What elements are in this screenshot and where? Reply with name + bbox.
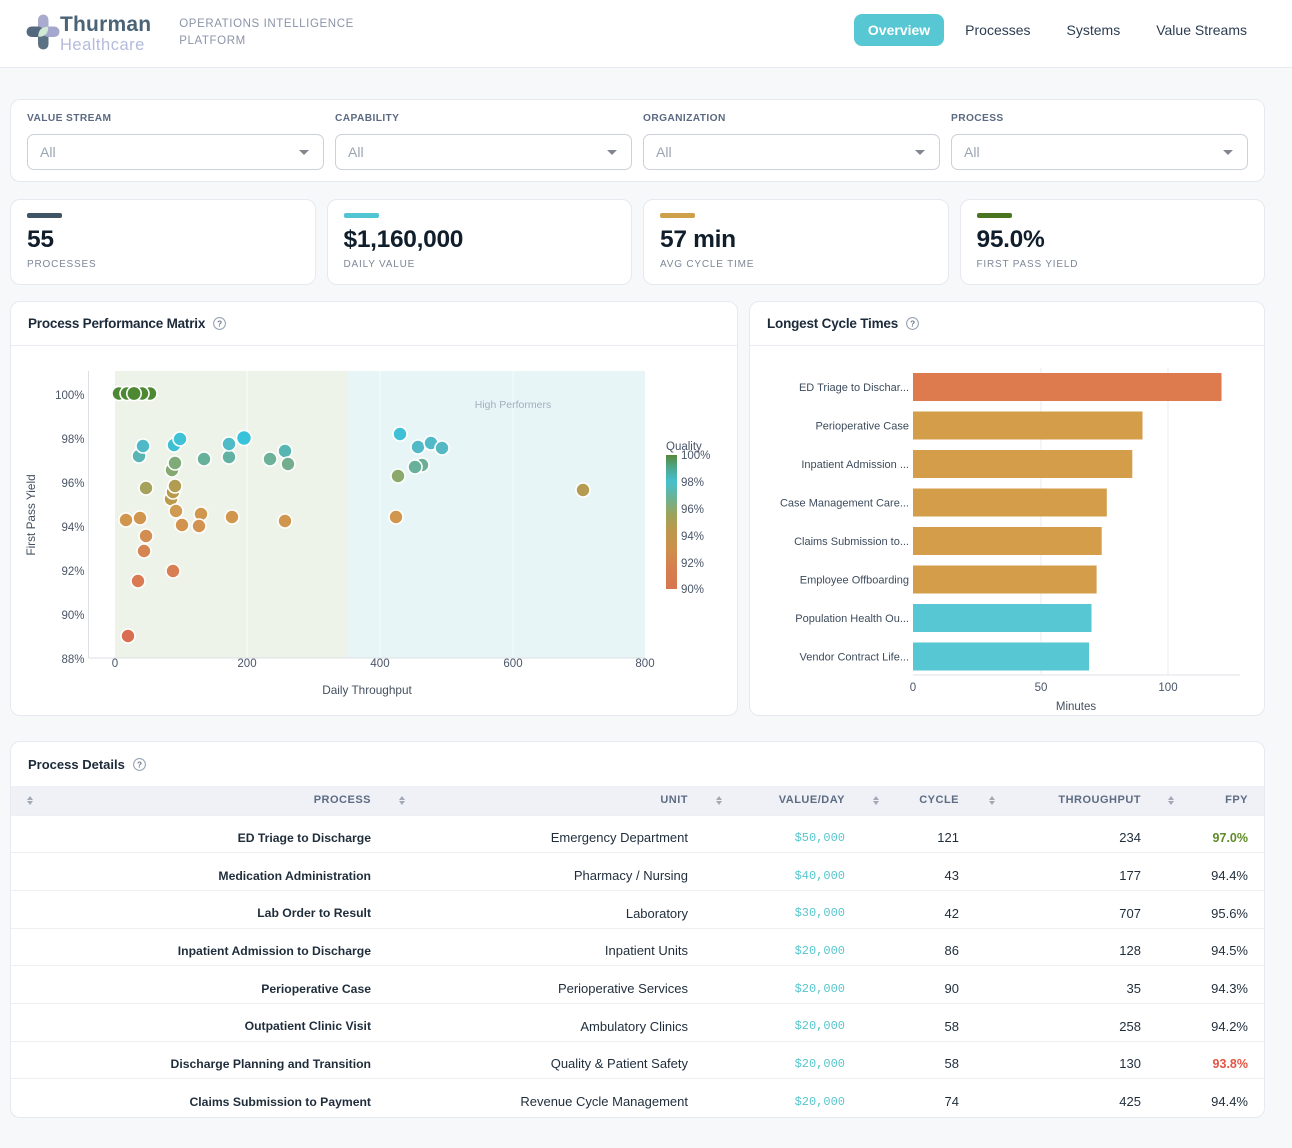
svg-text:ED Triage to Dischar...: ED Triage to Dischar...	[799, 382, 909, 394]
svg-text:90%: 90%	[61, 610, 84, 622]
svg-text:First Pass Yield: First Pass Yield	[24, 474, 38, 555]
svg-text:88%: 88%	[61, 654, 84, 666]
svg-text:96%: 96%	[681, 504, 704, 516]
svg-text:94%: 94%	[61, 522, 84, 534]
svg-text:98%: 98%	[61, 434, 84, 446]
svg-text:400: 400	[370, 658, 389, 670]
svg-text:94%: 94%	[681, 531, 704, 543]
svg-text:Claims Submission to...: Claims Submission to...	[794, 536, 909, 548]
svg-text:200: 200	[237, 658, 256, 670]
svg-text:Population Health Ou...: Population Health Ou...	[795, 613, 909, 625]
svg-text:0: 0	[112, 658, 118, 670]
svg-text:100: 100	[1158, 682, 1177, 694]
svg-text:90%: 90%	[681, 584, 704, 596]
svg-text:100%: 100%	[55, 390, 84, 402]
svg-text:?: ?	[137, 760, 142, 769]
svg-text:High Performers: High Performers	[475, 399, 551, 411]
svg-text:Daily Throughput: Daily Throughput	[322, 683, 412, 697]
svg-text:92%: 92%	[61, 566, 84, 578]
svg-text:?: ?	[217, 320, 222, 329]
svg-text:Minutes: Minutes	[1056, 701, 1097, 713]
svg-text:800: 800	[635, 658, 654, 670]
svg-text:50: 50	[1035, 682, 1048, 694]
svg-text:600: 600	[503, 658, 522, 670]
svg-text:Vendor Contract Life...: Vendor Contract Life...	[800, 652, 909, 664]
svg-text:0: 0	[910, 682, 916, 694]
svg-text:Employee Offboarding: Employee Offboarding	[800, 575, 909, 587]
svg-text:96%: 96%	[61, 478, 84, 490]
svg-text:92%: 92%	[681, 558, 704, 570]
svg-text:100%: 100%	[681, 450, 710, 462]
svg-text:Case Management Care...: Case Management Care...	[780, 498, 909, 510]
svg-text:Perioperative Case: Perioperative Case	[815, 421, 909, 433]
svg-text:98%: 98%	[681, 477, 704, 489]
svg-text:Inpatient Admission ...: Inpatient Admission ...	[801, 459, 909, 471]
svg-text:?: ?	[910, 320, 915, 329]
